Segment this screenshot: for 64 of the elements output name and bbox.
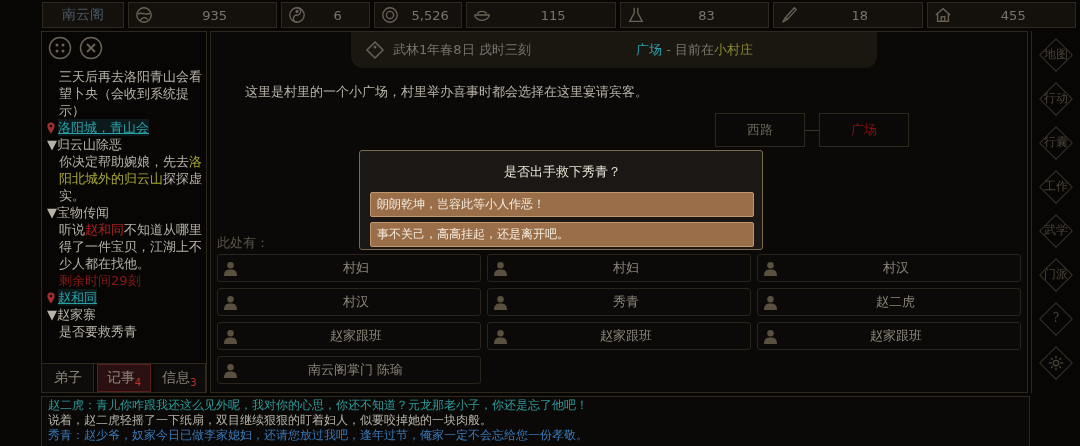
date-time: 武林1年春8日 戌时三刻 (393, 41, 531, 59)
grid-icon[interactable] (48, 36, 72, 60)
person-icon (494, 260, 507, 276)
quest-title: ▼归云山除恶 (47, 136, 122, 153)
yin-yang-icon (288, 6, 307, 24)
person-icon (764, 294, 777, 310)
dialog-title: 是否出手救下秀青？ (502, 163, 622, 181)
npc-button[interactable]: 村汉 (757, 254, 1021, 282)
person-icon (764, 328, 777, 344)
stat-value: 18 (850, 7, 870, 23)
quest-text: 三天后再去洛阳青山会看望卜央（会收到系统提示） (59, 68, 202, 119)
brush-icon (780, 6, 799, 24)
person-icon (224, 294, 237, 310)
log-line: 秀青：赵少爷，奴家今日已做李家媳妇，还请您放过我吧，逢年过节，俺家一定不会忘给您一份孝敬。 (48, 428, 589, 443)
quest-text: 是否要救秀青 (59, 323, 137, 340)
flask-icon (626, 6, 645, 24)
npc-button[interactable]: 南云阁掌门 陈瑜 (217, 356, 481, 384)
person-icon (494, 328, 507, 344)
choice-option[interactable]: 事不关己，高高挂起，还是离开吧。 (370, 222, 754, 247)
coin-icon (380, 6, 399, 24)
npc-button[interactable]: 赵家跟班 (487, 322, 751, 350)
log-line: 说着，赵二虎轻摇了一下纸扇，双目继续狠狠的盯着妇人，似要咬掉她的一块肉般。 (48, 413, 493, 428)
stat-value: 6 (332, 7, 343, 23)
npc-button[interactable]: 村汉 (217, 288, 481, 316)
stat-value: 455 (999, 7, 1027, 23)
sect-name: 南云阁 (42, 2, 124, 28)
pin-icon (47, 292, 55, 304)
person-icon (224, 362, 237, 378)
tab[interactable]: 弟子 (42, 364, 95, 392)
person-icon (764, 260, 777, 276)
quest-text: 听说赵和同不知道从哪里得了一件宝贝，江湖上不少人都在找他。 (59, 221, 202, 272)
tab[interactable]: 信息$_{3}$ (153, 364, 206, 392)
quest-title: ▼赵家寨 (47, 306, 96, 323)
choice-option[interactable]: 朗朗乾坤，岂容此等小人作恶！ (370, 192, 754, 217)
log-line: 赵二虎：青儿你咋跟我还这么见外呢，我对你的心思，你还不知道？元龙那老小子，你还是忘了他吧！ (48, 398, 589, 413)
quest-title: ▼宝物传闻 (47, 204, 109, 221)
stat-value: 83 (697, 7, 716, 23)
npc-button[interactable]: 赵二虎 (757, 288, 1021, 316)
stat-value: 5,526 (410, 7, 450, 23)
npc-button[interactable]: 赵家跟班 (217, 322, 481, 350)
globe-icon (135, 6, 153, 24)
quest-text: 你决定帮助婉娘，先去洛阳北城外的归云山探探虚实。 (59, 153, 202, 204)
person-icon (224, 328, 237, 344)
stat-value: 115 (539, 7, 567, 23)
people-label: 此处有： (217, 234, 269, 252)
npc-button[interactable]: 赵家跟班 (757, 322, 1021, 350)
npc-button[interactable]: 秀青 (487, 288, 751, 316)
house-icon (933, 6, 952, 24)
location-link[interactable]: 洛阳城，青山会 (58, 119, 149, 136)
tab[interactable]: 记事$_{4}$ (97, 364, 151, 392)
location-text: 广场 - 目前在小村庄 (636, 41, 753, 59)
location-link[interactable]: 赵和同 (58, 289, 97, 306)
stat-value: 935 (201, 7, 229, 23)
npc-button[interactable]: 村妇 (217, 254, 481, 282)
settings-icon (1047, 354, 1065, 372)
location-description: 这里是村里的一个小广场，村里举办喜事时都会选择在这里宴请宾客。 (244, 83, 649, 101)
person-icon (494, 294, 507, 310)
map-node[interactable]: 西路 (715, 113, 805, 147)
diamond-icon (365, 40, 385, 60)
close-icon[interactable] (79, 36, 103, 60)
time-remaining: 剩余时间29刻 (59, 272, 141, 289)
pin-icon (47, 122, 55, 134)
npc-button[interactable]: 村妇 (487, 254, 751, 282)
person-icon (224, 260, 237, 276)
